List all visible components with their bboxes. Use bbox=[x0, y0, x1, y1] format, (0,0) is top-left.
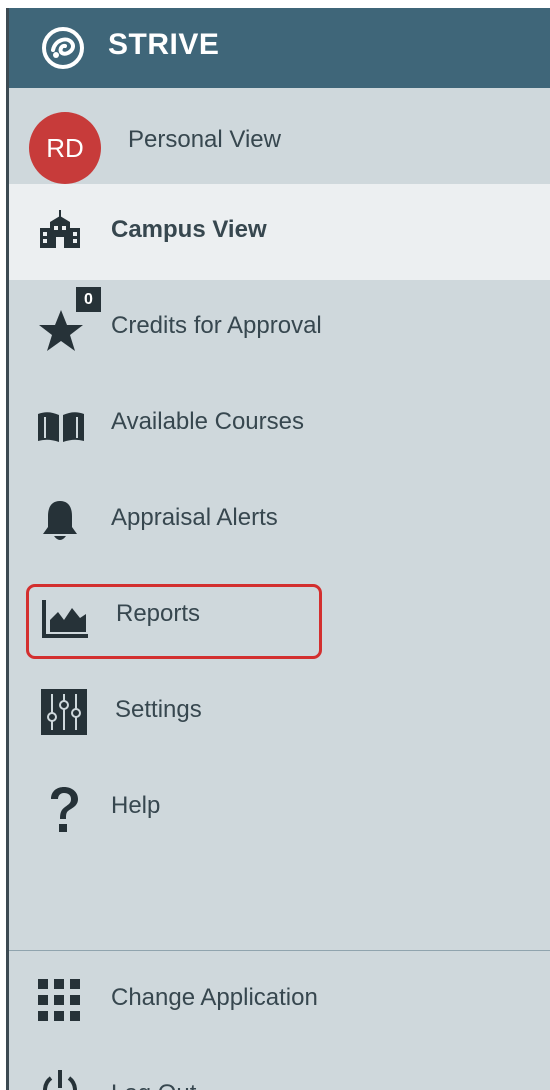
sidebar-item-campus-view[interactable]: Campus View bbox=[9, 184, 550, 280]
sliders-icon bbox=[41, 689, 87, 735]
reports-highlight-box bbox=[26, 584, 322, 659]
book-icon bbox=[38, 412, 84, 442]
sidebar-item-label: Log Out bbox=[111, 1080, 196, 1090]
sidebar-header[interactable]: STRIVE bbox=[9, 8, 550, 88]
sidebar-item-label: Help bbox=[111, 792, 161, 819]
sidebar-item-settings[interactable]: Settings bbox=[9, 664, 550, 760]
sidebar-item-appraisal-alerts[interactable]: Appraisal Alerts bbox=[9, 472, 550, 568]
sidebar: STRIVE RD Personal View Campus View Cred… bbox=[9, 8, 550, 1090]
star-icon bbox=[39, 310, 83, 351]
question-icon bbox=[51, 787, 78, 832]
sidebar-item-change-application[interactable]: Change Application bbox=[9, 952, 550, 1048]
power-icon bbox=[43, 1070, 77, 1090]
sidebar-item-label: Appraisal Alerts bbox=[111, 504, 278, 531]
sidebar-item-label: Personal View bbox=[128, 126, 281, 153]
bell-icon bbox=[43, 501, 77, 540]
avatar: RD bbox=[29, 112, 101, 184]
sidebar-item-label: Credits for Approval bbox=[111, 312, 322, 339]
app-name: STRIVE bbox=[108, 28, 220, 61]
app-frame: STRIVE RD Personal View Campus View Cred… bbox=[0, 0, 550, 1090]
sidebar-item-available-courses[interactable]: Available Courses bbox=[9, 376, 550, 472]
sidebar-item-help[interactable]: Help bbox=[9, 760, 550, 856]
sidebar-item-label: Change Application bbox=[111, 984, 318, 1011]
sidebar-item-personal-view[interactable]: RD Personal View bbox=[9, 88, 550, 184]
grid-icon bbox=[38, 979, 80, 1021]
credits-count-badge: 0 bbox=[76, 287, 101, 312]
school-icon bbox=[40, 210, 80, 248]
strive-logo-icon bbox=[42, 27, 84, 69]
sidebar-item-label: Campus View bbox=[111, 216, 267, 243]
sidebar-item-log-out[interactable]: Log Out bbox=[9, 1048, 550, 1090]
sidebar-divider bbox=[9, 950, 550, 951]
sidebar-item-label: Available Courses bbox=[111, 408, 304, 435]
window-edge bbox=[0, 0, 9, 1090]
sidebar-item-label: Settings bbox=[115, 696, 202, 723]
